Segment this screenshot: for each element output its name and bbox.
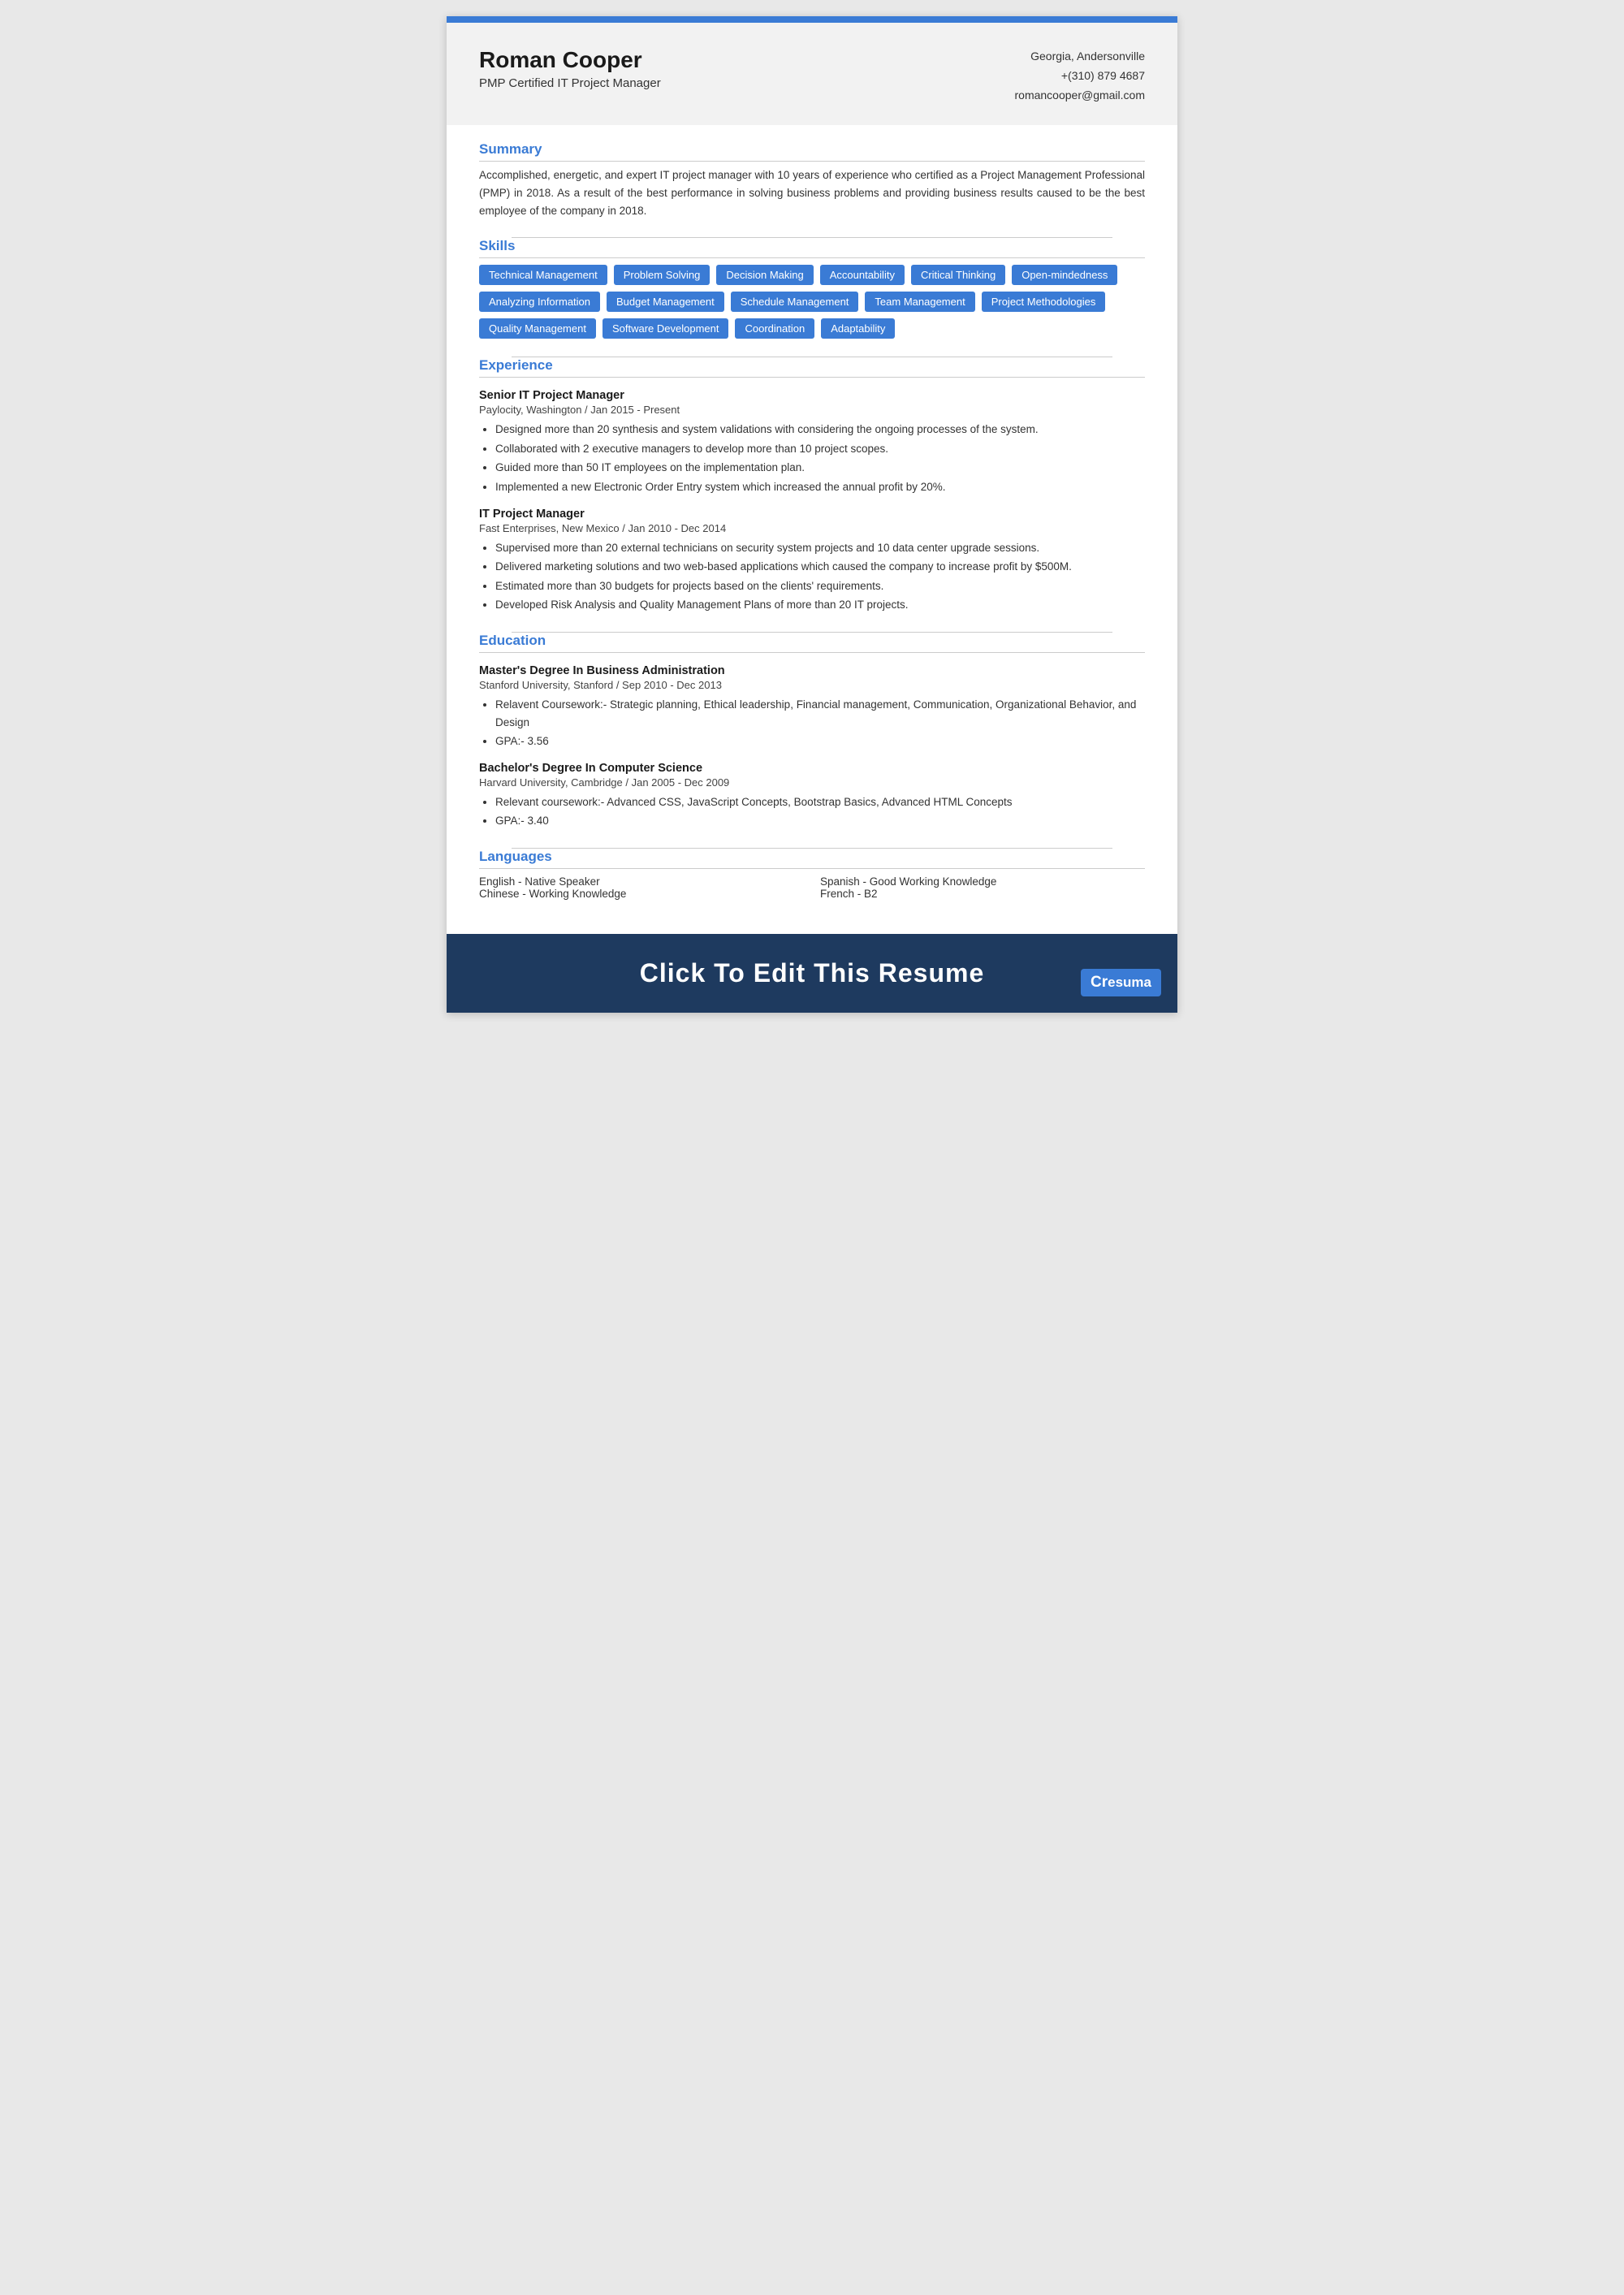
skills-section: Skills Technical Management Problem Solvi… — [479, 238, 1145, 339]
logo-cr: Cr — [1091, 974, 1108, 992]
skill-tag: Accountability — [820, 265, 905, 285]
skill-tag: Team Management — [865, 292, 974, 312]
education-section: Education Master's Degree In Business Ad… — [479, 633, 1145, 830]
edu-degree: Master's Degree In Business Administrati… — [479, 664, 1145, 677]
main-content: Summary Accomplished, energetic, and exp… — [447, 125, 1177, 934]
skill-tag: Quality Management — [479, 318, 596, 339]
edu-bullet-item: GPA:- 3.56 — [495, 733, 1145, 750]
language-item: English - Native Speaker — [479, 875, 804, 888]
bullet-item: Designed more than 20 synthesis and syst… — [495, 421, 1145, 439]
header-left: Roman Cooper PMP Certified IT Project Ma… — [479, 47, 661, 90]
skill-tag: Technical Management — [479, 265, 607, 285]
skills-container: Technical Management Problem Solving Decis… — [479, 265, 1145, 339]
edu-bullet-item: GPA:- 3.40 — [495, 812, 1145, 830]
skills-title: Skills — [479, 238, 1145, 258]
footer-logo: Cresuma — [1081, 969, 1161, 996]
summary-text: Accomplished, energetic, and expert IT p… — [479, 166, 1145, 219]
bullet-item: Estimated more than 30 budgets for proje… — [495, 577, 1145, 595]
summary-title: Summary — [479, 141, 1145, 162]
job-title: Senior IT Project Manager — [479, 389, 1145, 402]
job-bullets: Designed more than 20 synthesis and syst… — [479, 421, 1145, 495]
skill-tag: Problem Solving — [614, 265, 710, 285]
top-bar — [447, 16, 1177, 23]
candidate-name: Roman Cooper — [479, 47, 661, 73]
languages-grid: English - Native SpeakerChinese - Workin… — [479, 875, 1145, 900]
experience-container: Senior IT Project Manager Paylocity, Wash… — [479, 389, 1145, 614]
edu-degree: Bachelor's Degree In Computer Science — [479, 762, 1145, 775]
edu-bullets: Relevant coursework:- Advanced CSS, Java… — [479, 793, 1145, 830]
bullet-item: Implemented a new Electronic Order Entry… — [495, 478, 1145, 496]
email: romancooper@gmail.com — [1015, 86, 1146, 106]
candidate-title: PMP Certified IT Project Manager — [479, 76, 661, 90]
skill-tag: Critical Thinking — [911, 265, 1005, 285]
experience-section: Experience Senior IT Project Manager Payl… — [479, 357, 1145, 614]
logo-esuma: esuma — [1108, 975, 1151, 991]
job-title: IT Project Manager — [479, 508, 1145, 521]
education-title: Education — [479, 633, 1145, 653]
bullet-item: Delivered marketing solutions and two we… — [495, 558, 1145, 576]
summary-section: Summary Accomplished, energetic, and exp… — [479, 141, 1145, 219]
edu-bullet-item: Relevant coursework:- Advanced CSS, Java… — [495, 793, 1145, 811]
language-item: Spanish - Good Working Knowledge — [820, 875, 1145, 888]
skill-tag: Open-mindedness — [1012, 265, 1117, 285]
edu-bullet-item: Relavent Coursework:- Strategic planning… — [495, 696, 1145, 731]
lang-col-1: English - Native SpeakerChinese - Workin… — [479, 875, 804, 900]
edu-meta: Harvard University, Cambridge / Jan 2005… — [479, 776, 1145, 789]
education-container: Master's Degree In Business Administrati… — [479, 664, 1145, 830]
bullet-item: Supervised more than 20 external technic… — [495, 539, 1145, 557]
job-bullets: Supervised more than 20 external technic… — [479, 539, 1145, 614]
footer-cta[interactable]: Click To Edit This Resume — [640, 958, 984, 988]
footer-bar[interactable]: Click To Edit This Resume Cresuma — [447, 934, 1177, 1013]
language-item: Chinese - Working Knowledge — [479, 888, 804, 900]
bullet-item: Developed Risk Analysis and Quality Mana… — [495, 596, 1145, 614]
resume-page: Roman Cooper PMP Certified IT Project Ma… — [447, 16, 1177, 1013]
skill-tag: Adaptability — [821, 318, 895, 339]
bullet-item: Guided more than 50 IT employees on the … — [495, 459, 1145, 477]
job-meta: Paylocity, Washington / Jan 2015 - Prese… — [479, 404, 1145, 416]
bullet-item: Collaborated with 2 executive managers t… — [495, 440, 1145, 458]
lang-col-2: Spanish - Good Working KnowledgeFrench -… — [820, 875, 1145, 900]
location: Georgia, Andersonville — [1015, 47, 1146, 67]
header-right: Georgia, Andersonville +(310) 879 4687 r… — [1015, 47, 1146, 105]
skill-tag: Decision Making — [716, 265, 813, 285]
skill-tag: Analyzing Information — [479, 292, 600, 312]
header: Roman Cooper PMP Certified IT Project Ma… — [447, 23, 1177, 125]
job-meta: Fast Enterprises, New Mexico / Jan 2010 … — [479, 522, 1145, 534]
edu-bullets: Relavent Coursework:- Strategic planning… — [479, 696, 1145, 750]
skill-tag: Schedule Management — [731, 292, 859, 312]
edu-meta: Stanford University, Stanford / Sep 2010… — [479, 679, 1145, 691]
language-item: French - B2 — [820, 888, 1145, 900]
skill-tag: Software Development — [603, 318, 729, 339]
experience-title: Experience — [479, 357, 1145, 378]
phone: +(310) 879 4687 — [1015, 67, 1146, 86]
skill-tag: Coordination — [735, 318, 814, 339]
skill-tag: Budget Management — [607, 292, 724, 312]
languages-section: Languages English - Native SpeakerChines… — [479, 849, 1145, 900]
languages-title: Languages — [479, 849, 1145, 869]
skill-tag: Project Methodologies — [982, 292, 1106, 312]
